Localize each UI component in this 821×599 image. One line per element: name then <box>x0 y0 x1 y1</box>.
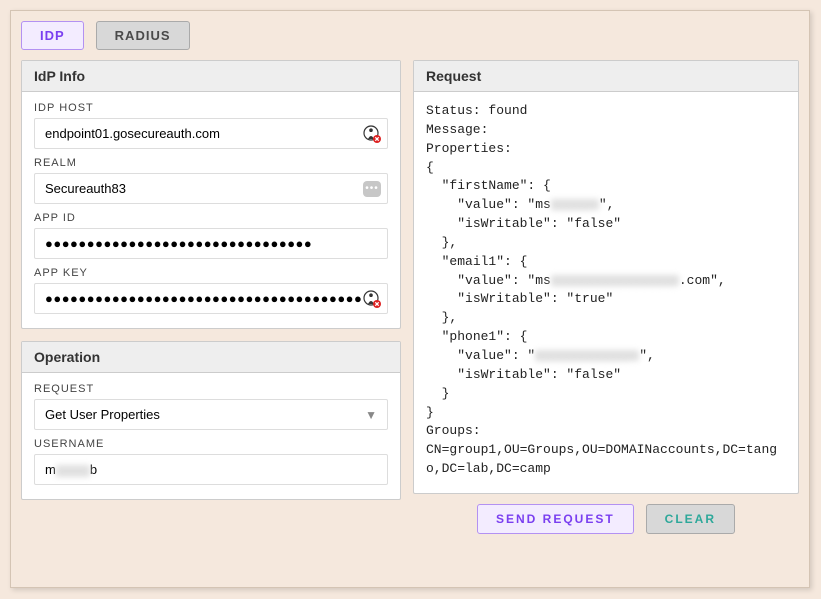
lastpass-error-icon[interactable] <box>363 125 381 143</box>
request-panel-title: Request <box>414 61 798 92</box>
request-panel: Request Status: found Message: Propertie… <box>413 60 799 494</box>
idp-info-title: IdP Info <box>22 61 400 92</box>
operation-panel: Operation REQUEST Get User Properties ▼ … <box>21 341 401 500</box>
username-label: USERNAME <box>34 438 388 450</box>
username-input[interactable]: mxxxxb <box>45 462 97 477</box>
request-response-text: Status: found Message: Properties: { "fi… <box>426 102 786 479</box>
chevron-down-icon: ▼ <box>365 408 377 422</box>
send-request-button[interactable]: SEND REQUEST <box>477 504 634 534</box>
tab-bar: IDP RADIUS <box>21 21 799 50</box>
idp-info-panel: IdP Info IDP HOST <box>21 60 401 329</box>
clear-button[interactable]: CLEAR <box>646 504 735 534</box>
app-id-label: APP ID <box>34 212 388 224</box>
app-id-input-wrap: ●●●●●●●●●●●●●●●●●●●●●●●●●●●●●●●● <box>34 228 388 259</box>
idp-host-label: IDP HOST <box>34 102 388 114</box>
idp-host-input[interactable] <box>45 126 377 141</box>
tab-radius[interactable]: RADIUS <box>96 21 190 50</box>
lastpass-error-icon[interactable] <box>363 290 381 308</box>
request-select[interactable]: Get User Properties ▼ <box>34 399 388 430</box>
app-key-label: APP KEY <box>34 267 388 279</box>
app-container: IDP RADIUS IdP Info IDP HOST <box>10 10 810 588</box>
app-key-input-wrap: ●●●●●●●●●●●●●●●●●●●●●●●●●●●●●●●●●●●●●● <box>34 283 388 314</box>
realm-input-wrap: ••• <box>34 173 388 204</box>
message-icon[interactable]: ••• <box>363 180 381 198</box>
request-select-value: Get User Properties <box>45 407 160 422</box>
tab-idp[interactable]: IDP <box>21 21 84 50</box>
button-row: SEND REQUEST CLEAR <box>413 504 799 534</box>
operation-title: Operation <box>22 342 400 373</box>
idp-host-input-wrap <box>34 118 388 149</box>
request-label: REQUEST <box>34 383 388 395</box>
app-id-input[interactable]: ●●●●●●●●●●●●●●●●●●●●●●●●●●●●●●●● <box>45 236 312 251</box>
realm-label: REALM <box>34 157 388 169</box>
app-key-input[interactable]: ●●●●●●●●●●●●●●●●●●●●●●●●●●●●●●●●●●●●●● <box>45 291 362 306</box>
realm-input[interactable] <box>45 181 377 196</box>
username-input-wrap: mxxxxb <box>34 454 388 485</box>
